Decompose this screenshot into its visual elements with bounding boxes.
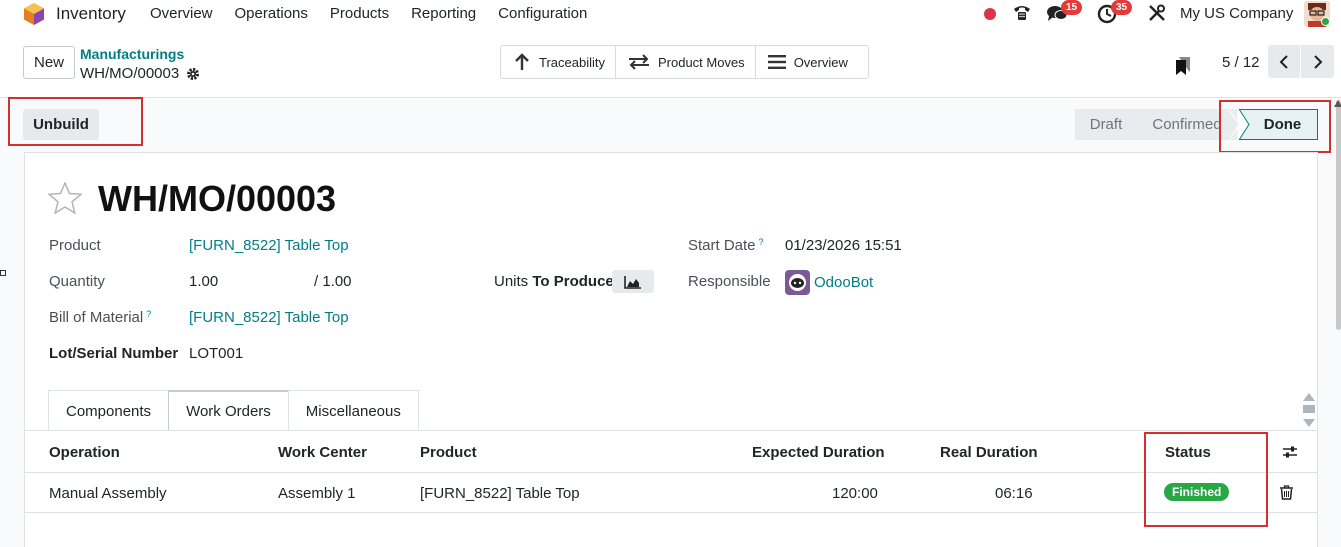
tab-miscellaneous[interactable]: Miscellaneous [287, 390, 419, 431]
overview-button[interactable]: Overview [756, 46, 868, 78]
breadcrumb-current: WH/MO/00003 [80, 65, 180, 82]
debug-tools-icon[interactable] [1148, 4, 1166, 22]
bars-icon [767, 55, 786, 69]
scroll-arrows-icon[interactable] [1302, 392, 1316, 428]
bom-help-icon[interactable]: ? [146, 309, 151, 319]
control-panel: New Manufacturings WH/MO/00003 Traceabil… [0, 30, 1341, 98]
start-date-value: 01/23/2026 15:51 [785, 237, 902, 254]
status-bar: Unbuild Draft Confirmed Done [0, 99, 1341, 151]
lot-serial-label: Lot/Serial Number [49, 345, 179, 362]
row-real-duration: 06:16 [995, 485, 1033, 502]
responsible-label: Responsible [688, 273, 771, 290]
exchange-icon [628, 54, 649, 70]
gear-icon[interactable] [186, 67, 200, 81]
units-label-to-produce: To Produce [532, 273, 614, 290]
column-operation[interactable]: Operation [49, 444, 120, 461]
record-title: WH/MO/00003 [98, 178, 337, 219]
smart-buttons: Traceability Product Moves Overview [500, 45, 869, 79]
row-operation: Manual Assembly [49, 485, 167, 502]
column-work-center[interactable]: Work Center [278, 444, 367, 461]
resize-handle[interactable] [0, 270, 6, 276]
quantity-label: Quantity [49, 273, 105, 290]
start-date-label-text: Start Date [688, 237, 756, 254]
column-real-duration[interactable]: Real Duration [940, 444, 1038, 461]
tab-work-orders[interactable]: Work Orders [168, 390, 289, 431]
menu-reporting[interactable]: Reporting [411, 5, 476, 22]
inventory-app-icon[interactable] [24, 3, 44, 25]
traceability-label: Traceability [539, 54, 605, 70]
chevron-right-icon [1313, 54, 1322, 69]
phone-icon[interactable] [1012, 3, 1032, 23]
star-icon[interactable] [48, 182, 82, 214]
product-link[interactable]: [FURN_8522] Table Top [189, 237, 349, 254]
row-expected-duration: 120:00 [832, 485, 878, 502]
pager-value[interactable]: 5 / 12 [1222, 54, 1260, 71]
online-status-dot [1321, 17, 1330, 26]
menu-operations[interactable]: Operations [235, 5, 308, 22]
trash-icon[interactable] [1280, 485, 1293, 500]
menu-overview[interactable]: Overview [150, 5, 213, 22]
bom-label: Bill of Material? [49, 309, 151, 326]
odoobot-avatar [785, 270, 810, 295]
menu-products[interactable]: Products [330, 5, 389, 22]
quantity-value: 1.00 [189, 273, 219, 290]
units-label: Units To Produce [494, 273, 614, 290]
new-button[interactable]: New [23, 46, 75, 79]
breadcrumb-parent-link[interactable]: Manufacturings [80, 46, 184, 62]
app-name[interactable]: Inventory [56, 4, 126, 24]
pager-buttons [1268, 45, 1334, 78]
start-date-help-icon[interactable]: ? [759, 237, 764, 247]
highlight-done [1219, 100, 1331, 153]
arrow-up-icon [515, 53, 529, 70]
main-menu: Overview Operations Products Reporting C… [150, 5, 609, 22]
row-divider [24, 512, 1318, 513]
company-switcher[interactable]: My US Company [1180, 5, 1293, 22]
menu-configuration[interactable]: Configuration [498, 5, 587, 22]
row-product: [FURN_8522] Table Top [420, 485, 580, 502]
responsible-link[interactable]: OdooBot [814, 274, 873, 291]
units-label-uom: Units [494, 273, 529, 290]
top-navbar: Inventory Overview Operations Products R… [0, 0, 1341, 30]
page-scrollbar[interactable] [1336, 100, 1341, 330]
traceability-button[interactable]: Traceability [501, 46, 616, 78]
forecast-report-button[interactable] [612, 270, 654, 293]
column-product[interactable]: Product [420, 444, 477, 461]
stage-draft[interactable]: Draft [1075, 109, 1137, 140]
lot-serial-value[interactable]: LOT001 [189, 345, 243, 362]
pager-previous-button[interactable] [1268, 45, 1301, 78]
row-work-center: Assembly 1 [278, 485, 356, 502]
header-row-divider [24, 472, 1318, 473]
activity-count-badge: 35 [1111, 0, 1133, 15]
area-chart-icon [624, 275, 641, 289]
optional-columns-icon[interactable] [1282, 444, 1298, 460]
start-date-label: Start Date? [688, 237, 764, 254]
bookmark-icon[interactable] [1176, 57, 1190, 75]
tab-components[interactable]: Components [48, 390, 170, 431]
pager-next-button[interactable] [1301, 45, 1334, 78]
tab-divider [24, 430, 1318, 431]
chat-count-badge: 15 [1061, 0, 1083, 15]
notebook-tabs: Components Work Orders Miscellaneous [48, 390, 419, 431]
robot-icon [789, 274, 806, 291]
scroll-up-arrow-icon[interactable] [1334, 100, 1341, 108]
bom-link[interactable]: [FURN_8522] Table Top [189, 309, 349, 326]
highlight-unbuild [8, 97, 143, 146]
product-label: Product [49, 237, 101, 254]
chevron-left-icon [1279, 54, 1288, 69]
quantity-total: / 1.00 [314, 273, 352, 290]
bom-label-text: Bill of Material [49, 309, 144, 326]
highlight-status-column [1144, 432, 1268, 527]
column-expected-duration[interactable]: Expected Duration [752, 444, 885, 461]
recording-indicator[interactable] [984, 8, 996, 20]
product-moves-label: Product Moves [657, 54, 745, 70]
overview-label: Overview [793, 54, 848, 70]
product-moves-button[interactable]: Product Moves [616, 46, 756, 78]
